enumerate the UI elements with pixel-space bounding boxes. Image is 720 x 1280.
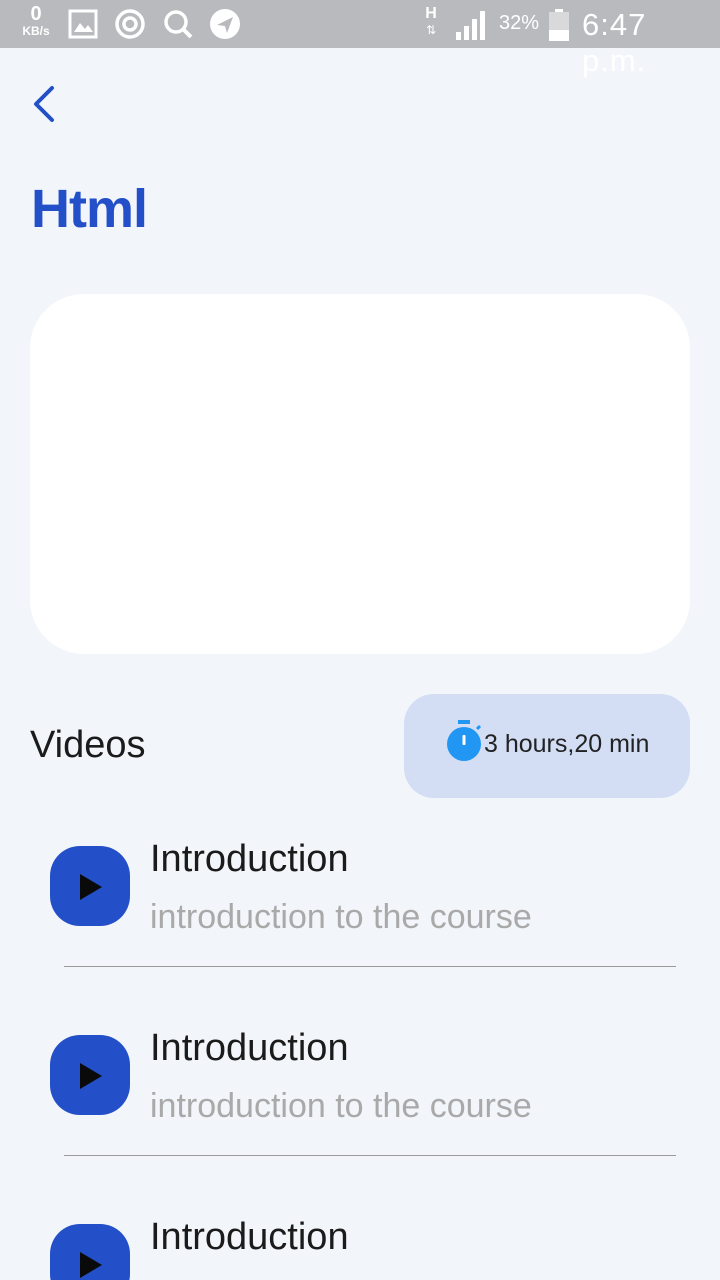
video-title: Introduction (150, 1027, 349, 1069)
battery-icon (549, 9, 569, 41)
battery-percent: 32% (499, 12, 540, 34)
video-subtitle: introduction to the course (150, 1087, 532, 1125)
play-icon (80, 874, 102, 900)
signal-icon (456, 11, 485, 40)
data-speed-unit: KB/s (22, 24, 50, 38)
divider (64, 1155, 676, 1156)
play-button[interactable] (50, 846, 130, 926)
duration-text: 3 hours,20 min (484, 730, 650, 758)
chevron-left-icon (34, 86, 54, 122)
video-list-item[interactable]: Introduction introduction to the course (0, 999, 720, 1188)
video-list-item[interactable]: Introduction (0, 1188, 720, 1280)
data-speed-value: 0 (30, 3, 42, 25)
play-button[interactable] (50, 1035, 130, 1115)
divider (64, 966, 676, 967)
play-icon (80, 1063, 102, 1089)
network-activity-icon: ⇅ (425, 23, 437, 37)
stopwatch-icon (447, 720, 482, 761)
play-button[interactable] (50, 1224, 130, 1280)
network-type: H ⇅ (420, 5, 442, 37)
clock: 6:47 p.m. (582, 7, 647, 78)
video-title: Introduction (150, 838, 349, 880)
video-title: Introduction (150, 1216, 349, 1258)
status-bar: 0 KB/s H ⇅ 32% 6:47 p.m. (0, 0, 720, 78)
videos-heading: Videos (30, 724, 146, 766)
network-type-label: H (425, 5, 437, 22)
page-title: Html (31, 179, 148, 239)
play-icon (80, 1252, 102, 1278)
data-speed-indicator: 0 KB/s (16, 4, 56, 37)
back-button[interactable] (24, 80, 68, 128)
location-icon (210, 9, 240, 39)
search-icon (164, 10, 193, 39)
gallery-icon (68, 9, 98, 39)
video-list-item[interactable]: Introduction introduction to the course (0, 810, 720, 999)
video-subtitle: introduction to the course (150, 898, 532, 936)
video-player[interactable] (30, 294, 690, 654)
duration-badge: 3 hours,20 min (404, 694, 690, 798)
sync-icon (115, 9, 145, 39)
